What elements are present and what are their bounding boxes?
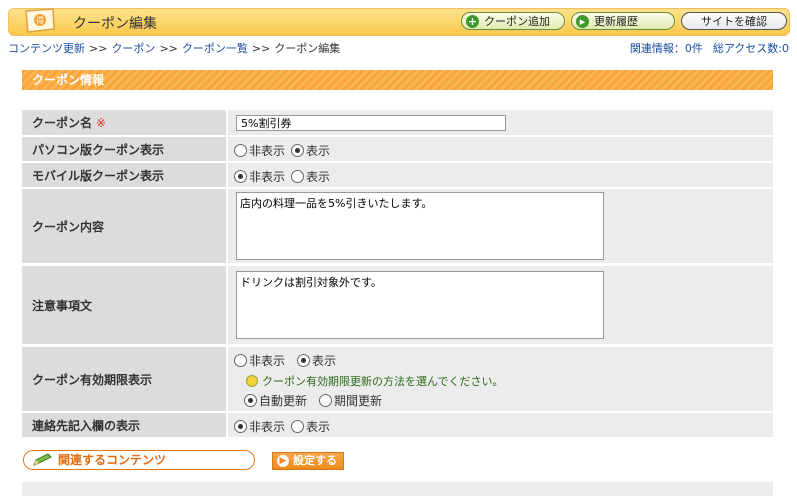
form-row-coupon-name: クーポン名 ※	[22, 110, 773, 135]
pc-display-hide-radio[interactable]: 非表示	[234, 142, 285, 159]
contact-hide-radio[interactable]: 非表示	[234, 418, 285, 435]
coupon-name-label-text: クーポン名	[32, 116, 93, 130]
expiry-label: クーポン有効期限表示	[22, 347, 226, 411]
contact-show-radio[interactable]: 表示	[291, 418, 330, 435]
pencil-icon	[33, 453, 52, 466]
save-settings-label: 設定する	[293, 454, 337, 467]
radio-selected-icon	[234, 170, 247, 183]
breadcrumb-link-coupon-list[interactable]: クーポン一覧	[182, 42, 248, 55]
period-update-radio[interactable]: 期間更新	[319, 392, 382, 409]
mobile-display-hide-radio[interactable]: 非表示	[234, 168, 285, 185]
play-icon: ▸	[576, 15, 589, 28]
required-mark: ※	[96, 115, 107, 130]
related-info-count[interactable]: 関連情報：0件	[630, 42, 703, 55]
stats: 関連情報：0件 総アクセス数:0	[620, 40, 789, 56]
notes-label: 注意事項文	[22, 266, 226, 344]
radio-label: 表示	[306, 170, 331, 184]
form-row-mobile-display: モバイル版クーポン表示 非表示 表示	[22, 163, 773, 187]
arrow-right-icon: ▶	[277, 455, 289, 467]
radio-label: 非表示	[249, 170, 286, 184]
svg-text:得: 得	[36, 15, 44, 25]
notes-cell: ドリンクは割引対象外です。	[228, 266, 773, 344]
radio-label: 自動更新	[259, 394, 308, 408]
radio-selected-icon	[234, 420, 247, 433]
radio-label: 非表示	[249, 420, 286, 434]
expiry-hint: クーポン有効期限更新の方法を選んでください。	[246, 373, 503, 389]
expiry-radio-group: 非表示 表示	[234, 352, 342, 369]
radio-label: 期間更新	[334, 394, 383, 408]
radio-selected-icon	[291, 144, 305, 157]
page-title: クーポン編集	[73, 16, 157, 32]
radio-icon	[234, 354, 247, 367]
radio-icon	[291, 420, 305, 433]
radio-icon	[234, 144, 247, 157]
radio-selected-icon	[244, 394, 257, 407]
add-coupon-button[interactable]: + クーポン追加	[461, 12, 565, 30]
breadcrumb-separator: >>	[251, 42, 271, 55]
section-heading: クーポン情報	[22, 70, 773, 90]
mobile-display-radio-group: 非表示 表示	[234, 168, 336, 185]
expiry-hint-text: クーポン有効期限更新の方法を選んでください。	[262, 375, 504, 388]
breadcrumb-current: クーポン編集	[274, 42, 341, 55]
radio-label: 表示	[306, 420, 331, 434]
pc-display-label: パソコン版クーポン表示	[22, 137, 226, 161]
pc-display-show-radio[interactable]: 表示	[291, 142, 330, 159]
breadcrumb: コンテンツ更新 >> クーポン >> クーポン一覧 >> クーポン編集	[8, 40, 340, 56]
update-history-button[interactable]: ▸ 更新履歴	[571, 12, 675, 30]
breadcrumb-separator: >>	[159, 42, 178, 55]
related-content-button[interactable]: 関連するコンテンツ	[23, 450, 255, 470]
contact-radio-group: 非表示 表示	[234, 418, 336, 435]
view-site-label: サイトを確認	[701, 15, 767, 28]
add-coupon-label: クーポン追加	[484, 15, 550, 28]
contact-label: 連絡先記入欄の表示	[22, 413, 226, 437]
radio-icon	[291, 170, 305, 183]
expiry-hide-radio[interactable]: 非表示	[234, 352, 285, 369]
lightbulb-icon	[246, 375, 258, 387]
coupon-content-cell: 店内の料理一品を5%引きいたします。	[228, 189, 773, 263]
coupon-logo-icon: 得	[25, 8, 55, 33]
radio-icon	[319, 394, 333, 407]
form-row-notes: 注意事項文 ドリンクは割引対象外です。	[22, 266, 773, 344]
coupon-name-label: クーポン名 ※	[22, 110, 226, 135]
radio-label: 表示	[312, 354, 337, 368]
radio-label: 非表示	[249, 144, 286, 158]
save-settings-button[interactable]: ▶ 設定する	[272, 452, 344, 470]
footer-band	[22, 482, 773, 496]
expiry-update-radio-group: 自動更新 期間更新	[244, 392, 388, 409]
form-row-expiry: クーポン有効期限表示 非表示 表示 クーポン有効期限更新の方法を選んでください。…	[22, 347, 773, 411]
total-access-count: 総アクセス数:0	[712, 42, 789, 55]
auto-update-radio[interactable]: 自動更新	[244, 392, 307, 409]
coupon-name-input[interactable]	[236, 115, 506, 131]
header-bar: 得 クーポン編集 + クーポン追加 ▸ 更新履歴 サイトを確認	[8, 8, 790, 36]
coupon-name-cell	[228, 110, 773, 135]
mobile-display-show-radio[interactable]: 表示	[291, 168, 330, 185]
breadcrumb-link-coupon[interactable]: クーポン	[111, 42, 155, 55]
expiry-cell: 非表示 表示 クーポン有効期限更新の方法を選んでください。 自動更新 期間更新	[228, 347, 773, 411]
expiry-show-radio[interactable]: 表示	[297, 352, 336, 369]
contact-cell: 非表示 表示	[228, 413, 773, 437]
notes-textarea[interactable]: ドリンクは割引対象外です。	[236, 271, 604, 339]
coupon-content-textarea[interactable]: 店内の料理一品を5%引きいたします。	[236, 192, 604, 260]
radio-selected-icon	[297, 354, 311, 367]
pc-display-cell: 非表示 表示	[228, 137, 773, 161]
breadcrumb-separator: >>	[89, 42, 108, 55]
breadcrumb-link-content-update[interactable]: コンテンツ更新	[8, 42, 85, 55]
view-site-button[interactable]: サイトを確認	[681, 12, 787, 30]
radio-label: 非表示	[249, 354, 286, 368]
radio-label: 表示	[306, 144, 331, 158]
plus-icon: +	[466, 15, 479, 28]
mobile-display-label: モバイル版クーポン表示	[22, 163, 226, 187]
pc-display-radio-group: 非表示 表示	[234, 142, 336, 159]
coupon-content-label: クーポン内容	[22, 189, 226, 263]
form-row-contact: 連絡先記入欄の表示 非表示 表示	[22, 413, 773, 437]
form-row-coupon-content: クーポン内容 店内の料理一品を5%引きいたします。	[22, 189, 773, 263]
related-content-label: 関連するコンテンツ	[58, 453, 167, 467]
form-row-pc-display: パソコン版クーポン表示 非表示 表示	[22, 137, 773, 161]
mobile-display-cell: 非表示 表示	[228, 163, 773, 187]
update-history-label: 更新履歴	[594, 15, 638, 28]
